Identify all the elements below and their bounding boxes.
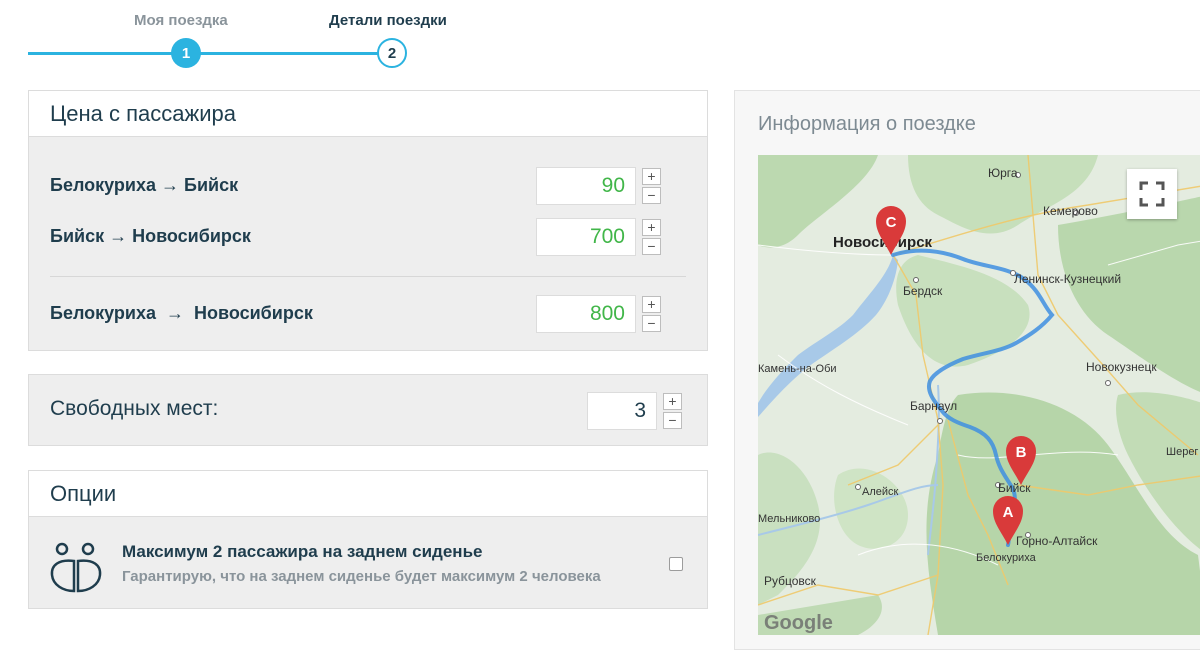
free-seats-input[interactable]: 3 (587, 392, 657, 430)
price-row-label: Белокуриха → Новосибирск (50, 303, 313, 323)
decrement-button[interactable]: − (663, 412, 682, 429)
stepper-line (186, 52, 392, 55)
map-label-aleysk: Алейск (862, 486, 899, 498)
map-label-rubtsovsk: Рубцовск (764, 574, 817, 588)
svg-text:B: B (1016, 444, 1027, 461)
fullscreen-button[interactable] (1127, 169, 1177, 219)
trip-info-card: Информация о поездке Юрга Кемерово Новос… (734, 90, 1200, 650)
price-input[interactable]: 800 (536, 295, 636, 333)
map-label-yurga: Юрга (988, 166, 1018, 180)
map-label-berdsk: Бердск (903, 284, 943, 298)
free-seats-label: Свободных мест: (50, 397, 219, 420)
options-card-title: Опции (29, 471, 707, 517)
svg-text:A: A (1003, 504, 1014, 521)
price-row-label: Белокуриха → Бийск (50, 175, 239, 195)
step-label-my-trip[interactable]: Моя поездка (134, 12, 228, 29)
svg-text:C: C (886, 214, 897, 231)
fullscreen-icon (1139, 181, 1165, 207)
seats-stepper: + − (663, 393, 682, 431)
increment-button[interactable]: + (663, 393, 682, 410)
stepper-line-completed (28, 52, 186, 55)
map-canvas[interactable]: Юрга Кемерово Новосибирск Бердск Ленинск… (758, 155, 1200, 635)
price-per-passenger-card: Цена с пассажира Белокуриха → Бийск 90 +… (28, 90, 708, 351)
decrement-button[interactable]: − (642, 315, 661, 332)
step-label-trip-details: Детали поездки (329, 12, 447, 29)
step-2-circle: 2 (377, 38, 407, 68)
decrement-button[interactable]: − (642, 238, 661, 255)
price-row-belokurikha-biysk: Белокуриха → Бийск 90 + − (50, 167, 686, 205)
trip-info-title: Информация о поездке (758, 113, 976, 135)
google-logo: Google (764, 612, 833, 634)
map-label-kamen: Камень-на-Оби (758, 363, 837, 375)
price-divider (50, 276, 686, 277)
price-stepper: + − (642, 219, 661, 257)
map-label-barnaul: Барнаул (910, 399, 957, 413)
price-row-belokurikha-novosibirsk: Белокуриха → Новосибирск 800 + − (50, 295, 686, 333)
map-label-leninsk: Ленинск-Кузнецкий (1014, 272, 1121, 286)
price-input[interactable]: 700 (536, 218, 636, 256)
options-card: Опции Максимум 2 пассажира на заднем сид… (28, 470, 708, 609)
price-row-biysk-novosibirsk: Бийск → Новосибирск 700 + − (50, 218, 686, 256)
price-row-label: Бийск → Новосибирск (50, 226, 251, 246)
map-label-biysk: Бийск (998, 481, 1031, 495)
option-title: Максимум 2 пассажира на заднем сиденье (122, 542, 483, 561)
route-map[interactable]: Юрга Кемерово Новосибирск Бердск Ленинск… (758, 155, 1200, 635)
progress-stepper: Моя поездка Детали поездки 1 2 (0, 0, 480, 80)
increment-button[interactable]: + (642, 168, 661, 185)
option-description: Гарантирую, что на заднем сиденье будет … (122, 568, 601, 585)
option-checkbox[interactable] (669, 557, 683, 571)
map-label-kemerovo: Кемерово (1043, 204, 1098, 218)
increment-button[interactable]: + (642, 219, 661, 236)
free-seats-card: Свободных мест: 3 + − (28, 374, 708, 446)
map-label-gorno: Горно-Алтайск (1016, 534, 1098, 548)
map-label-belokurikha: Белокуриха (976, 552, 1037, 564)
map-label-sheregesh: Шерег (1166, 446, 1198, 458)
map-label-novokuznetsk: Новокузнецк (1086, 360, 1157, 374)
price-stepper: + − (642, 168, 661, 206)
step-1-circle[interactable]: 1 (171, 38, 201, 68)
price-card-title: Цена с пассажира (29, 91, 707, 137)
decrement-button[interactable]: − (642, 187, 661, 204)
map-label-melnikovo: Мельниково (758, 513, 820, 525)
price-input[interactable]: 90 (536, 167, 636, 205)
two-passengers-icon (50, 542, 102, 593)
increment-button[interactable]: + (642, 296, 661, 313)
price-stepper: + − (642, 296, 661, 334)
